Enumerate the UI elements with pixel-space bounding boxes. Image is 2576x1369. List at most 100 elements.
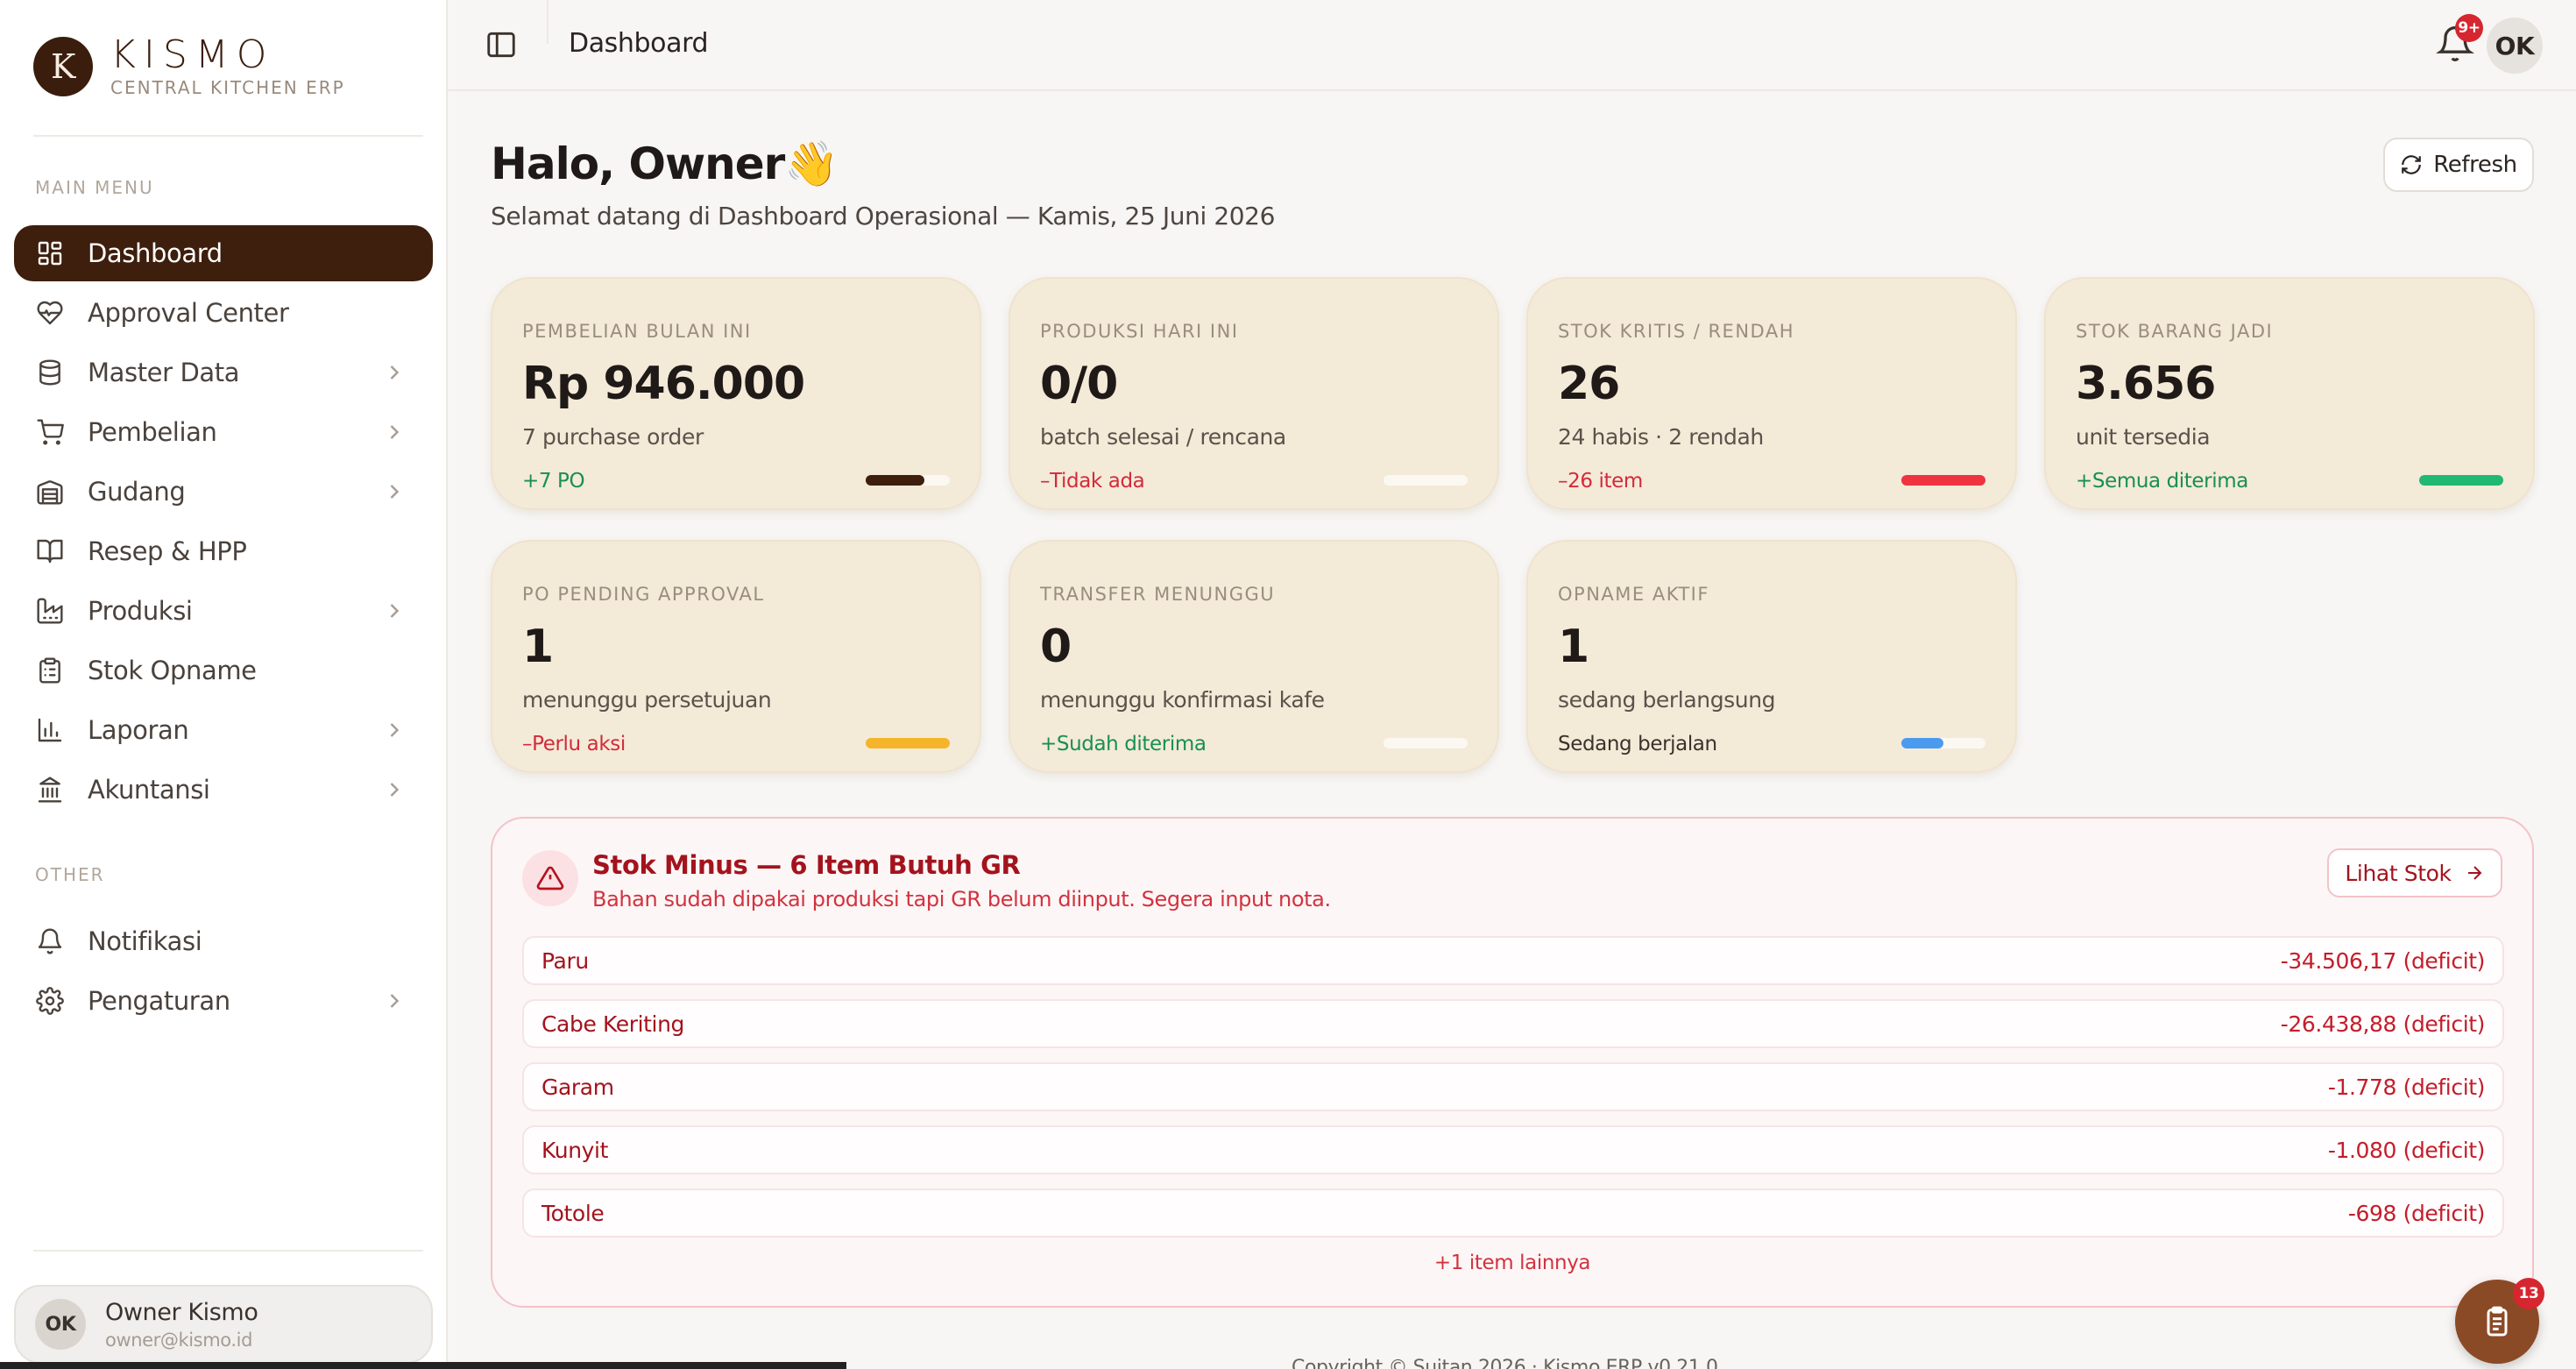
stat-label: STOK KRITIS / RENDAH — [1558, 321, 1794, 342]
stat-card-pembelian-bulan-ini[interactable]: PEMBELIAN BULAN INI Rp 946.000 7 purchase … — [491, 277, 981, 510]
stat-description: sedang berlangsung — [1558, 687, 1776, 713]
deficit-row[interactable]: Garam -1.778 (deficit) — [522, 1062, 2504, 1111]
logo-letter: K — [51, 47, 75, 86]
sidebar-item-notifikasi[interactable]: Notifikasi — [14, 913, 433, 969]
view-stock-button[interactable]: Lihat Stok — [2327, 848, 2502, 897]
sidebar-item-dashboard[interactable]: Dashboard — [14, 225, 433, 281]
stat-card-po-pending-approval[interactable]: PO PENDING APPROVAL 1 menunggu persetujuan… — [491, 540, 981, 773]
chevron-right-icon — [390, 723, 400, 737]
view-stock-label: Lihat Stok — [2345, 860, 2452, 886]
database-icon — [35, 358, 65, 387]
stat-value: 3.656 — [2076, 358, 2216, 410]
item-name: Garam — [541, 1074, 614, 1100]
sidebar-item-master-data[interactable]: Master Data — [14, 344, 433, 401]
deficit-row[interactable]: Totole -698 (deficit) — [522, 1188, 2504, 1238]
stat-trend: –Tidak ada — [1040, 470, 1145, 493]
sidebar-item-resep-hpp[interactable]: Resep & HPP — [14, 523, 433, 579]
stat-progress-bar — [1384, 475, 1468, 486]
sidebar-item-pembelian[interactable]: Pembelian — [14, 404, 433, 460]
item-name: Cabe Keriting — [541, 1011, 684, 1037]
sidebar-item-label: Pengaturan — [88, 986, 230, 1016]
sidebar-item-stok-opname[interactable]: Stok Opname — [14, 642, 433, 699]
warning-icon-wrap — [522, 850, 578, 906]
stat-trend: Sedang berjalan — [1558, 733, 1717, 755]
sidebar-item-label: Approval Center — [88, 298, 289, 328]
sidebar-item-label: Pembelian — [88, 417, 217, 447]
horizontal-scrollbar[interactable] — [0, 1362, 846, 1369]
brand[interactable]: K KISMO CENTRAL KITCHEN ERP — [33, 35, 345, 98]
stat-description: menunggu persetujuan — [522, 687, 772, 713]
other-label: OTHER — [35, 864, 105, 885]
more-items-link[interactable]: +1 item lainnya — [492, 1252, 2532, 1274]
deficit-row[interactable]: Kunyit -1.080 (deficit) — [522, 1125, 2504, 1174]
user-email: owner@kismo.id — [105, 1329, 252, 1351]
page-title: Dashboard — [569, 28, 709, 59]
brand-name: KISMO — [110, 32, 275, 77]
deficit-value: -34.506,17 (deficit) — [2280, 947, 2486, 974]
deficit-row[interactable]: Paru -34.506,17 (deficit) — [522, 936, 2504, 985]
user-card[interactable]: OK Owner Kismo owner@kismo.id — [14, 1285, 433, 1364]
stat-value: 0 — [1040, 621, 1072, 673]
stat-trend: –26 item — [1558, 470, 1643, 493]
sidebar-item-label: Laporan — [88, 715, 189, 745]
bar-chart-icon — [35, 715, 65, 745]
stat-progress-fill — [1901, 475, 1985, 486]
stat-progress-bar — [1901, 475, 1985, 486]
chevron-right-icon — [390, 994, 400, 1008]
refresh-label: Refresh — [2433, 152, 2517, 178]
stat-description: menunggu konfirmasi kafe — [1040, 687, 1325, 713]
deficit-row[interactable]: Cabe Keriting -26.438,88 (deficit) — [522, 999, 2504, 1048]
chevron-right-icon — [390, 604, 400, 618]
layout-grid-icon — [35, 238, 65, 268]
user-avatar[interactable]: OK — [2487, 18, 2543, 74]
sidebar-item-label: Stok Opname — [88, 656, 257, 685]
user-name: Owner Kismo — [105, 1298, 258, 1326]
sidebar-item-akuntansi[interactable]: Akuntansi — [14, 762, 433, 818]
factory-icon — [35, 596, 65, 626]
item-name: Kunyit — [541, 1137, 608, 1163]
topbar: Dashboard 9+ OK — [448, 0, 2576, 91]
stat-card-stok-kritis-rendah[interactable]: STOK KRITIS / RENDAH 26 24 habis · 2 renda… — [1526, 277, 2017, 510]
stat-label: OPNAME AKTIF — [1558, 584, 1709, 605]
stat-card-produksi-hari-ini[interactable]: PRODUKSI HARI INI 0/0 batch selesai / renc… — [1008, 277, 1499, 510]
deficit-value: -698 (deficit) — [2347, 1200, 2485, 1226]
stat-card-transfer-menunggu[interactable]: TRANSFER MENUNGGU 0 menunggu konfirmasi ka… — [1008, 540, 1499, 773]
stat-label: PRODUKSI HARI INI — [1040, 321, 1239, 342]
greeting-subtitle: Selamat datang di Dashboard Operasional … — [491, 202, 1275, 231]
sidebar-item-laporan[interactable]: Laporan — [14, 702, 433, 758]
stat-value: 26 — [1558, 358, 1620, 410]
stat-card-stok-barang-jadi[interactable]: STOK BARANG JADI 3.656 unit tersedia +Semua… — [2044, 277, 2535, 510]
sidebar-item-pengaturan[interactable]: Pengaturan — [14, 973, 433, 1029]
greeting-heading: Halo, Owner👋 — [491, 138, 839, 189]
bank-icon — [35, 775, 65, 805]
brand-logo: K — [33, 37, 93, 96]
stat-description: unit tersedia — [2076, 424, 2211, 450]
footer-copyright: Copyright © Suitan 2026 · Kismo ERP v0.2… — [1292, 1357, 1718, 1369]
sidebar-item-approval-center[interactable]: Approval Center — [14, 285, 433, 341]
brand-subtitle: CENTRAL KITCHEN ERP — [110, 77, 345, 98]
sidebar-item-label: Dashboard — [88, 238, 223, 268]
clipboard-icon — [35, 656, 65, 685]
sidebar-item-produksi[interactable]: Produksi — [14, 583, 433, 639]
alert-subtitle: Bahan sudah dipakai produksi tapi GR bel… — [592, 887, 1331, 911]
sidebar-toggle-icon[interactable] — [485, 28, 518, 61]
sidebar-item-label: Notifikasi — [88, 926, 202, 956]
sidebar-divider — [33, 1250, 423, 1252]
stat-value: Rp 946.000 — [522, 358, 805, 410]
stat-progress-bar — [866, 475, 950, 486]
item-name: Paru — [541, 947, 589, 974]
stat-description: 7 purchase order — [522, 424, 704, 450]
sidebar: K KISMO CENTRAL KITCHEN ERP MAIN MENU Da… — [0, 0, 448, 1369]
refresh-button[interactable]: Refresh — [2383, 138, 2534, 192]
stat-progress-fill — [866, 475, 925, 486]
stat-trend: +7 PO — [522, 470, 585, 493]
sidebar-item-gudang[interactable]: Gudang — [14, 464, 433, 520]
stat-card-opname-aktif[interactable]: OPNAME AKTIF 1 sedang berlangsung Sedang be… — [1526, 540, 2017, 773]
stat-trend: +Sudah diterima — [1040, 733, 1207, 755]
stat-value: 1 — [1558, 621, 1589, 673]
sidebar-item-label: Akuntansi — [88, 775, 210, 805]
sidebar-item-label: Gudang — [88, 477, 186, 507]
warning-triangle-icon — [536, 866, 564, 890]
refresh-icon — [2402, 155, 2422, 174]
notification-badge: 9+ — [2455, 14, 2483, 42]
